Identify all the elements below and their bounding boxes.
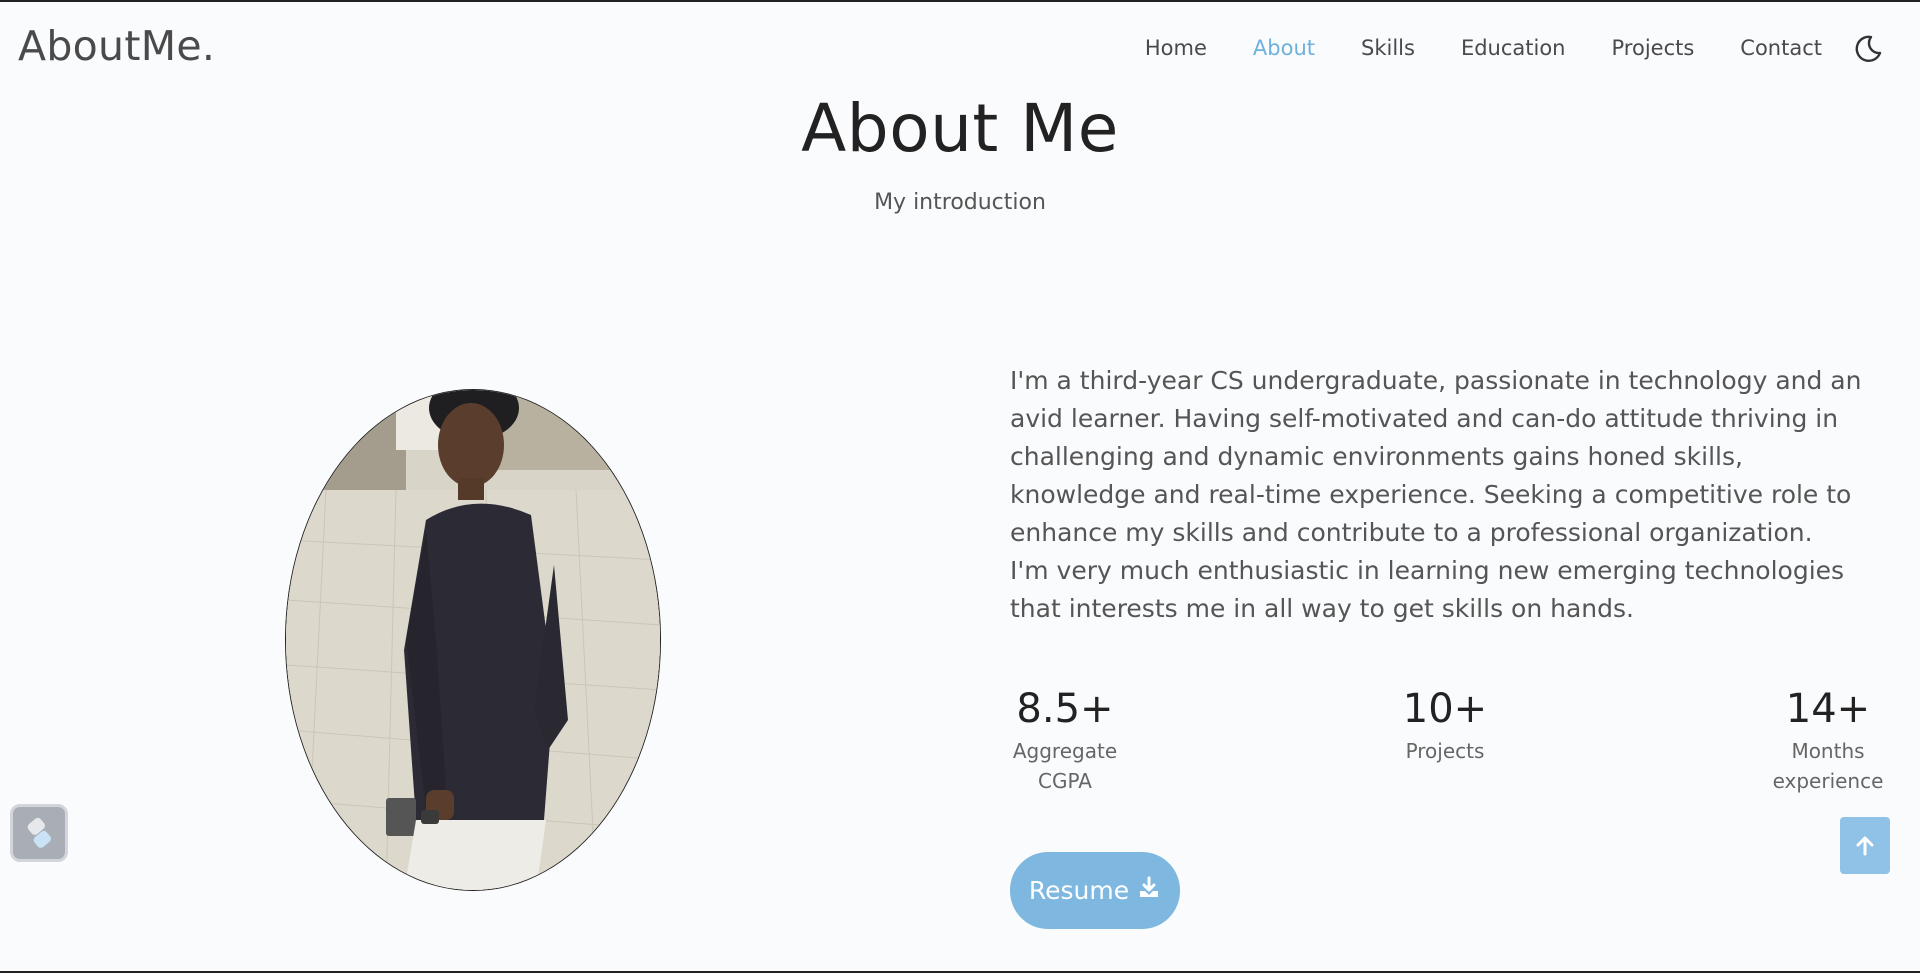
stat-experience: 14+ Months experience: [1768, 684, 1888, 796]
moon-icon[interactable]: [1852, 33, 1884, 65]
stat-label: Months experience: [1772, 739, 1884, 793]
nav-home[interactable]: Home: [1145, 36, 1207, 60]
resume-button[interactable]: Resume: [1010, 852, 1180, 929]
nav-about[interactable]: About: [1253, 36, 1315, 60]
nav-contact[interactable]: Contact: [1740, 36, 1822, 60]
nav-skills[interactable]: Skills: [1361, 36, 1415, 60]
about-paragraph: I'm a third-year CS undergraduate, passi…: [1010, 366, 1862, 547]
download-icon: [1137, 876, 1161, 906]
section-subtitle: My introduction: [874, 190, 1046, 215]
site-header: AboutMe. Home About Skills Education Pro…: [0, 2, 1920, 94]
stat-value: 14+: [1785, 686, 1871, 732]
site-logo[interactable]: AboutMe.: [18, 22, 215, 70]
extension-icon[interactable]: [10, 804, 68, 862]
about-paragraph: I'm very much enthusiastic in learning n…: [1010, 556, 1845, 623]
resume-label: Resume: [1028, 876, 1130, 905]
stat-projects: 10+ Projects: [1390, 684, 1500, 766]
section-title: About Me: [801, 90, 1119, 167]
arrow-up-icon[interactable]: [1840, 817, 1890, 874]
stat-value: 10+: [1402, 686, 1488, 732]
main-nav: Home About Skills Education Projects Con…: [1145, 36, 1822, 60]
stat-label: Aggregate CGPA: [1012, 739, 1118, 793]
profile-photo: [285, 389, 661, 891]
stat-cgpa: 8.5+ Aggregate CGPA: [1010, 684, 1120, 796]
about-description: I'm a third-year CS undergraduate, passi…: [1010, 362, 1880, 628]
nav-projects[interactable]: Projects: [1612, 36, 1695, 60]
stat-label: Projects: [1405, 739, 1485, 763]
nav-education[interactable]: Education: [1461, 36, 1566, 60]
stat-value: 8.5+: [1016, 686, 1114, 732]
